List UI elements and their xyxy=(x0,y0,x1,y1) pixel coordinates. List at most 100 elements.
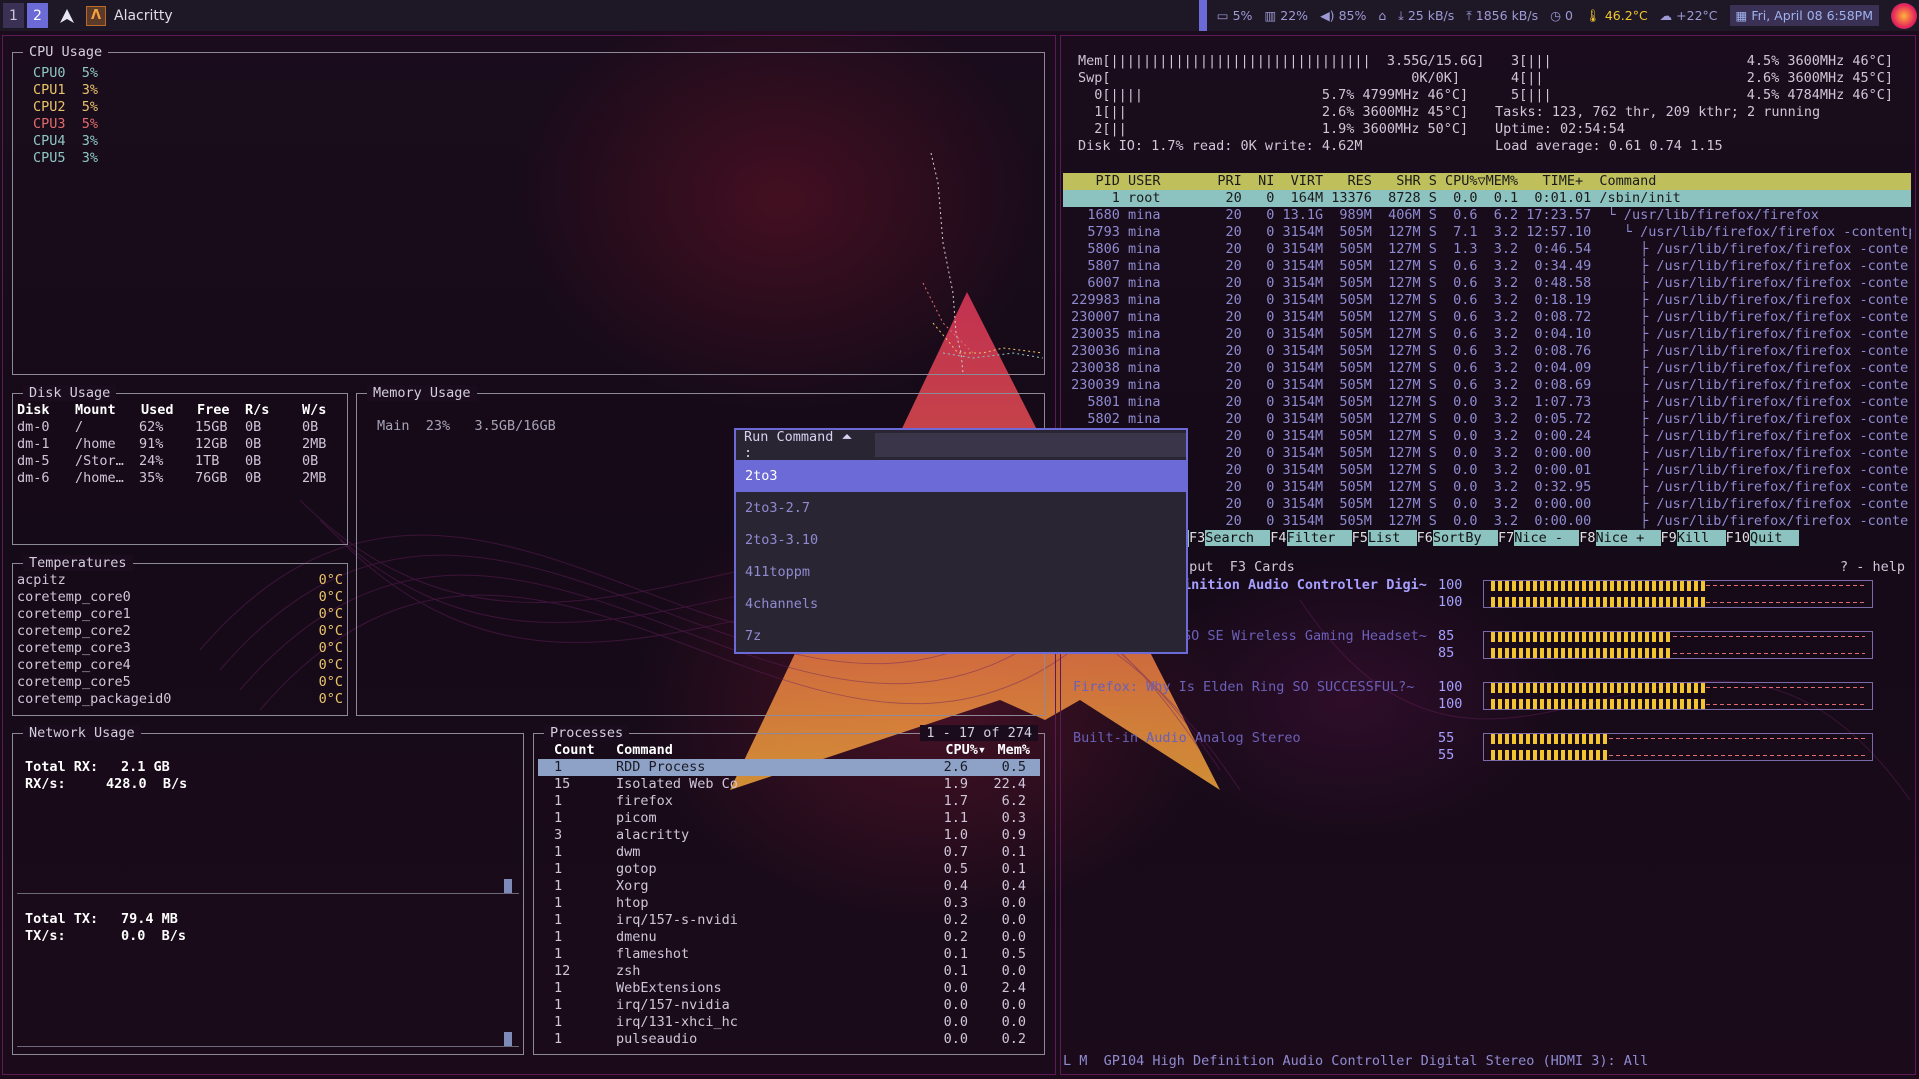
process-row[interactable]: 1 irq/131-xhci_hc 0.0 0.0 xyxy=(538,1014,1040,1031)
process-command: WebExtensions xyxy=(616,980,722,996)
disk-cell: dm-6 xyxy=(17,470,50,486)
htop-process-row[interactable]: 1680 mina 20 0 13.1G 989M 406M S 0.6 6.2… xyxy=(1063,207,1911,224)
htop-cpu-meter: 3[||| 4.5% 3600MHz 46°C] xyxy=(1511,53,1894,69)
process-mem: 6.2 xyxy=(1001,793,1026,809)
memory-indicator[interactable]: ▥ 22% xyxy=(1264,8,1308,23)
htop-process-row[interactable]: 20 0 3154M 505M 127M S 0.0 3.2 0:00.24 ├… xyxy=(1063,428,1911,445)
process-command: dwm xyxy=(616,844,641,860)
htop-process-row[interactable]: 1 root 20 0 164M 13376 8728 S 0.0 0.1 0:… xyxy=(1063,190,1911,207)
htop-fkey-action[interactable]: Kill xyxy=(1676,530,1726,546)
htop-fkey-action[interactable]: List xyxy=(1367,530,1417,546)
process-cpu: 0.3 xyxy=(943,895,968,911)
arch-logo-icon[interactable] xyxy=(56,5,78,27)
run-command-item[interactable]: 7z xyxy=(736,620,1186,652)
process-row[interactable]: 1 Xorg 0.4 0.4 xyxy=(538,878,1040,895)
volume-indicator[interactable]: ◀) 85% xyxy=(1320,8,1366,23)
process-mem: 0.0 xyxy=(1001,1014,1026,1030)
cpu-temp-value: 46.2°C xyxy=(1604,8,1648,23)
htop-cpu-meter: 2[|| 1.9% 3600MHz 50°C] xyxy=(1078,121,1469,137)
disk-cell: /home… xyxy=(75,470,124,486)
htop-fkey-action[interactable]: Search xyxy=(1205,530,1271,546)
disk-cell: 2MB xyxy=(302,436,327,452)
network-indicator[interactable]: ⌂ xyxy=(1378,8,1386,23)
process-row[interactable]: 1 gotop 0.5 0.1 xyxy=(538,861,1040,878)
htop-process-row[interactable]: 20 0 3154M 505M 127M S 0.0 3.2 0:00.00 ├… xyxy=(1063,513,1911,530)
workspace-2-button[interactable]: 2 xyxy=(27,3,48,28)
process-row[interactable]: 1 flameshot 0.1 0.5 xyxy=(538,946,1040,963)
pulsemixer-sink-name[interactable]: inition Audio Controller Digi~ xyxy=(1183,577,1427,594)
htop-process-row[interactable]: 6007 mina 20 0 3154M 505M 127M S 0.6 3.2… xyxy=(1063,275,1911,292)
process-row[interactable]: 3 alacritty 1.0 0.9 xyxy=(538,827,1040,844)
timer-indicator[interactable]: ◷ 0 xyxy=(1550,8,1573,23)
htop-process-row[interactable]: 5802 mina 20 0 3154M 505M 127M S 0.0 3.2… xyxy=(1063,411,1911,428)
temperature-value: 0°C xyxy=(318,589,343,605)
volume-icon: ◀) xyxy=(1320,8,1335,23)
weather-indicator[interactable]: ☁ +22°C xyxy=(1660,8,1718,23)
process-row[interactable]: 1 irq/157-s-nvidi 0.2 0.0 xyxy=(538,912,1040,929)
pulsemixer-sink-name[interactable]: Firefox: Why Is Elden Ring SO SUCCESSFUL… xyxy=(1073,679,1414,696)
process-header-command[interactable]: Command xyxy=(616,742,673,759)
htop-swap-meter: Swp[ 0K/0K] xyxy=(1078,70,1461,86)
htop-process-row[interactable]: 229983 mina 20 0 3154M 505M 127M S 0.6 3… xyxy=(1063,292,1911,309)
run-command-item[interactable]: 411toppm xyxy=(736,556,1186,588)
htop-process-row[interactable]: 20 0 3154M 505M 127M S 0.0 3.2 0:00.00 ├… xyxy=(1063,445,1911,462)
process-row[interactable]: 1 firefox 1.7 6.2 xyxy=(538,793,1040,810)
pulsemixer-volume-frame xyxy=(1483,733,1873,761)
pulsemixer-sink-name[interactable]: Built-in Audio Analog Stereo xyxy=(1073,730,1301,747)
htop-process-row[interactable]: 5806 mina 20 0 3154M 505M 127M S 1.3 3.2… xyxy=(1063,241,1911,258)
process-row[interactable]: 1 irq/157-nvidia 0.0 0.0 xyxy=(538,997,1040,1014)
firefox-icon[interactable] xyxy=(1891,2,1917,29)
process-cpu: 2.6 xyxy=(943,759,968,775)
workspace-1-button[interactable]: 1 xyxy=(3,3,24,28)
temperature-row: coretemp_core2 0°C xyxy=(17,623,343,640)
process-row[interactable]: 1 dmenu 0.2 0.0 xyxy=(538,929,1040,946)
process-row[interactable]: 1 WebExtensions 0.0 2.4 xyxy=(538,980,1040,997)
run-command-item[interactable]: 2to3 xyxy=(736,460,1186,492)
process-row[interactable]: 1 pulseaudio 0.0 0.2 xyxy=(538,1031,1040,1048)
htop-process-row[interactable]: 20 0 3154M 505M 127M S 0.0 3.2 0:00.01 ├… xyxy=(1063,462,1911,479)
htop-process-row[interactable]: 230007 mina 20 0 3154M 505M 127M S 0.6 3… xyxy=(1063,309,1911,326)
process-row[interactable]: 12 zsh 0.1 0.0 xyxy=(538,963,1040,980)
process-row[interactable]: 1 RDD Process 2.6 0.5 xyxy=(538,759,1040,776)
htop-column-header[interactable]: PID USER PRI NI VIRT RES SHR S CPU%▽MEM%… xyxy=(1063,173,1911,190)
process-table-header[interactable]: Count Command CPU%▾ Mem% xyxy=(534,742,1044,759)
process-command: irq/157-s-nvidi xyxy=(616,912,738,928)
rx-rate-label: RX/s: xyxy=(25,776,66,792)
htop-process-row[interactable]: 5801 mina 20 0 3154M 505M 127M S 0.0 3.2… xyxy=(1063,394,1911,411)
htop-process-row[interactable]: 5807 mina 20 0 3154M 505M 127M S 0.6 3.2… xyxy=(1063,258,1911,275)
htop-fkey-action[interactable]: SortBy xyxy=(1432,530,1498,546)
htop-fkey-action[interactable]: Filter xyxy=(1286,530,1352,546)
htop-fkey-action[interactable]: Quit xyxy=(1749,530,1799,546)
process-header-cpu[interactable]: CPU%▾ xyxy=(945,742,986,759)
htop-process-row[interactable]: 20 0 3154M 505M 127M S 0.0 3.2 0:00.00 ├… xyxy=(1063,496,1911,513)
process-cpu: 0.7 xyxy=(943,844,968,860)
htop-process-row[interactable]: 5793 mina 20 0 3154M 505M 127M S 7.1 3.2… xyxy=(1063,224,1911,241)
process-row[interactable]: 1 picom 1.1 0.3 xyxy=(538,810,1040,827)
pulsemixer-tabs[interactable]: nput F3 Cards xyxy=(1181,559,1295,576)
process-header-mem[interactable]: Mem% xyxy=(997,742,1030,759)
process-row[interactable]: 15 Isolated Web Co 1.9 22.4 xyxy=(538,776,1040,793)
htop-fkey-action[interactable]: Nice + xyxy=(1595,530,1661,546)
process-mem: 0.0 xyxy=(1001,997,1026,1013)
pulsemixer-volume-value: 100 xyxy=(1438,594,1463,610)
run-command-item[interactable]: 4channels xyxy=(736,588,1186,620)
memory-main-line: Main 23% 3.5GB/16GB xyxy=(377,418,556,434)
htop-cpu-meter: 0[|||| 5.7% 4799MHz 46°C] xyxy=(1078,87,1469,103)
run-command-input[interactable] xyxy=(875,433,1186,457)
htop-process-row[interactable]: 230035 mina 20 0 3154M 505M 127M S 0.6 3… xyxy=(1063,326,1911,343)
pulsemixer-sink-name[interactable]: SO SE Wireless Gaming Headset~ xyxy=(1183,628,1427,645)
processes-panel-title: Processes xyxy=(544,725,630,741)
htop-process-row[interactable]: 230039 mina 20 0 3154M 505M 127M S 0.6 3… xyxy=(1063,377,1911,394)
htop-fkey-action[interactable]: Nice - xyxy=(1514,530,1580,546)
process-row[interactable]: 1 dwm 0.7 0.1 xyxy=(538,844,1040,861)
cpu-indicator[interactable]: ▭ 5% xyxy=(1217,8,1253,23)
clock[interactable]: ▦ Fri, April 08 6:58PM xyxy=(1729,5,1879,26)
process-row[interactable]: 1 htop 0.3 0.0 xyxy=(538,895,1040,912)
process-header-count[interactable]: Count xyxy=(554,742,595,759)
tx-graph-bar xyxy=(504,1032,512,1046)
htop-process-row[interactable]: 230036 mina 20 0 3154M 505M 127M S 0.6 3… xyxy=(1063,343,1911,360)
run-command-item[interactable]: 2to3-3.10 xyxy=(736,524,1186,556)
htop-process-row[interactable]: 20 0 3154M 505M 127M S 0.0 3.2 0:32.95 ├… xyxy=(1063,479,1911,496)
run-command-item[interactable]: 2to3-2.7 xyxy=(736,492,1186,524)
htop-process-row[interactable]: 230038 mina 20 0 3154M 505M 127M S 0.6 3… xyxy=(1063,360,1911,377)
